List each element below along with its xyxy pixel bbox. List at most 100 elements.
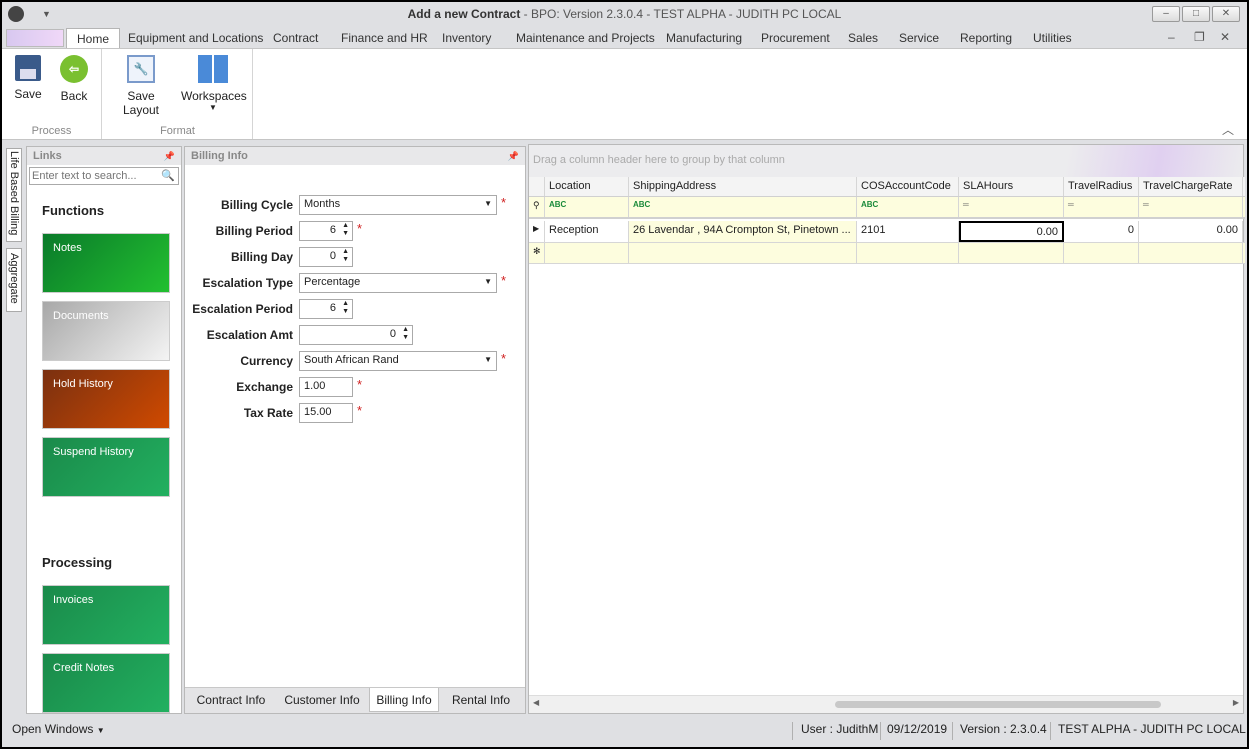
exchange-input[interactable]: 1.00 [299,377,353,397]
close-button[interactable]: ✕ [1212,6,1240,22]
mdi-close-icon[interactable]: ✕ [1220,30,1230,44]
tab-utilities[interactable]: Utilities [1033,28,1072,49]
tab-inventory[interactable]: Inventory [442,28,491,49]
exchange-value: 1.00 [304,380,326,392]
app-menu-button[interactable] [6,29,64,47]
quick-access-dropdown-icon[interactable]: ▼ [42,2,51,26]
collapse-ribbon-icon[interactable]: ︿ [1222,121,1234,138]
cell-travelchargerate[interactable]: 0.00 [1139,221,1243,242]
required-indicator: * [357,377,363,392]
app-window: ▼ Add a new Contract - BPO: Version 2.3.… [2,2,1247,747]
side-tab-aggregate[interactable]: Aggregate [6,248,22,312]
billing-period-spinner[interactable]: 6 ▲ ▼ [299,221,353,241]
tab-finance-and-hr[interactable]: Finance and HR [341,28,428,49]
billing-cycle-dropdown[interactable]: Months ▼ [299,195,497,215]
text-filter-icon[interactable]: ABC [545,197,629,217]
cell-location[interactable]: Reception [545,221,629,242]
column-header-travelchargerate[interactable]: TravelChargeRate [1139,177,1243,196]
scroll-thumb[interactable] [835,701,1161,708]
group-panel[interactable]: Drag a column header here to group by th… [529,145,1243,177]
cell-cosaccountcode[interactable]: 2101 [857,221,959,242]
tab-service[interactable]: Service [899,28,939,49]
cell-shippingaddress[interactable]: 26 Lavendar , 94A Crompton St, Pinetown … [629,221,857,242]
side-tab-life-based-billing[interactable]: Life Based Billing [6,148,22,242]
scroll-left-icon[interactable]: ◀ [533,698,539,707]
chevron-down-icon[interactable]: ▼ [484,199,492,208]
new-item-row[interactable]: ✻ [529,243,1245,264]
table-row[interactable]: ▶ Reception 26 Lavendar , 94A Crompton St,… [529,221,1245,243]
tab-customer-info[interactable]: Customer Info [279,688,365,712]
open-windows-button[interactable]: Open Windows ▼ [12,714,105,746]
tab-manufacturing[interactable]: Manufacturing [666,28,742,49]
group-label-format: Format [160,125,195,137]
tab-contract-info[interactable]: Contract Info [191,688,271,712]
pin-icon[interactable]: 📌 [508,147,519,165]
cell-travelradius[interactable]: 0 [1064,221,1139,242]
required-indicator: * [357,403,363,418]
pin-icon[interactable]: 📌 [164,147,175,165]
tile-documents[interactable]: Documents [42,301,170,361]
text-filter-icon[interactable]: ABC [857,197,959,217]
tab-contract[interactable]: Contract [273,28,318,49]
equals-filter-icon[interactable]: ═ [959,197,1064,217]
tab-maintenance-and-projects[interactable]: Maintenance and Projects [516,28,655,49]
tax-rate-input[interactable]: 15.00 [299,403,353,423]
tab-sales[interactable]: Sales [848,28,878,49]
column-header-slahours[interactable]: SLAHours [959,177,1064,196]
tile-credit-notes[interactable]: Credit Notes [42,653,170,713]
save-button[interactable]: Save [10,53,46,101]
required-indicator: * [357,221,363,236]
spin-arrows-icon[interactable]: ▲ ▼ [402,326,409,342]
tab-rental-info[interactable]: Rental Info [443,688,519,712]
scroll-right-icon[interactable]: ▶ [1233,698,1239,707]
equals-filter-icon[interactable]: ═ [1064,197,1139,217]
text-filter-icon[interactable]: ABC [629,197,857,217]
tile-invoices[interactable]: Invoices [42,585,170,645]
minimize-button[interactable]: – [1152,6,1180,22]
equals-filter-icon[interactable]: ═ [1139,197,1243,217]
column-header-cosaccountcode[interactable]: COSAccountCode [857,177,959,196]
tab-procurement[interactable]: Procurement [761,28,830,49]
escalation-period-value: 6 [329,302,336,314]
workspaces-button[interactable]: Workspaces ▼ [181,53,247,112]
links-search-field[interactable] [30,168,156,184]
links-header: Links 📌 [27,147,181,165]
processing-heading: Processing [42,555,113,570]
search-icon[interactable]: 🔍 [161,169,175,182]
tile-notes[interactable]: Notes [42,233,170,293]
tab-billing-info[interactable]: Billing Info [369,688,439,712]
new-row-icon: ✻ [529,243,545,263]
tab-home[interactable]: Home [66,28,121,49]
mdi-restore-icon[interactable]: ❐ [1194,30,1205,44]
column-header-travelradius[interactable]: TravelRadius [1064,177,1139,196]
cell-slahours[interactable]: 0.00 [959,221,1064,242]
currency-dropdown[interactable]: South African Rand ▼ [299,351,497,371]
horizontal-scrollbar[interactable]: ◀ ▶ [529,695,1243,713]
column-header-location[interactable]: Location [545,177,629,196]
column-header-shippingaddress[interactable]: ShippingAddress [629,177,857,196]
escalation-amt-spinner[interactable]: 0 ▲ ▼ [299,325,413,345]
links-search-input[interactable]: 🔍 [29,167,179,185]
window-title: Add a new Contract [407,7,521,21]
tab-reporting[interactable]: Reporting [960,28,1012,49]
billing-period-value: 6 [329,224,336,236]
status-version: Version : 2.3.0.4 [960,722,1047,736]
back-button[interactable]: ⇦ Back [54,53,94,103]
tile-suspend-history[interactable]: Suspend History [42,437,170,497]
escalation-period-spinner[interactable]: 6 ▲ ▼ [299,299,353,319]
billing-day-spinner[interactable]: 0 ▲ ▼ [299,247,353,267]
spin-arrows-icon[interactable]: ▲ ▼ [342,300,349,316]
grid-panel: Drag a column header here to group by th… [528,144,1245,714]
escalation-type-dropdown[interactable]: Percentage ▼ [299,273,497,293]
save-layout-button[interactable]: 🔧 Save Layout [108,53,174,117]
tab-equipment-and-locations[interactable]: Equipment and Locations [128,28,263,49]
chevron-down-icon[interactable]: ▼ [484,277,492,286]
mdi-minimize-icon[interactable]: – [1168,30,1175,44]
maximize-button[interactable]: □ [1182,6,1210,22]
chevron-down-icon[interactable]: ▼ [484,355,492,364]
filter-row[interactable]: ⚲ ABC ABC ABC ═ ═ ═ [529,197,1245,219]
tile-hold-history[interactable]: Hold History [42,369,170,429]
spin-arrows-icon[interactable]: ▲ ▼ [342,222,349,238]
spin-arrows-icon[interactable]: ▲ ▼ [342,248,349,264]
filter-icon: ⚲ [529,197,545,217]
